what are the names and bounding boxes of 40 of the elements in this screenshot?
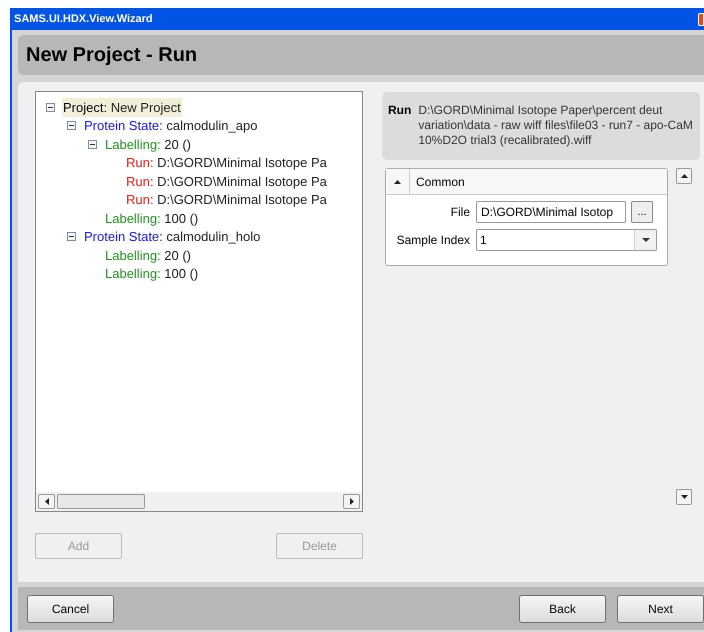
close-icon[interactable]: [698, 13, 704, 26]
tree-item[interactable]: Run: D:\GORD\Minimal Isotope Pa: [125, 153, 328, 172]
tree-item[interactable]: Labelling: 20 (): [104, 134, 192, 154]
wizard-button[interactable]: Back: [519, 594, 606, 622]
scroll-thumb[interactable]: [57, 494, 145, 509]
scroll-up-button[interactable]: [676, 168, 692, 184]
tree-item[interactable]: Run: D:\GORD\Minimal Isotope Pa: [125, 190, 328, 210]
collapse-icon[interactable]: [46, 102, 55, 112]
tree-item[interactable]: Project: New Project: [62, 98, 182, 117]
left-arrow-icon: [44, 498, 48, 505]
tree-item[interactable]: Run: D:\GORD\Minimal Isotope Pa: [125, 172, 328, 191]
sample-index-dropdown[interactable]: 1: [476, 229, 657, 251]
property-label: Sample Index: [396, 232, 471, 249]
run-path: D:\GORD\Minimal Isotope Paper\percent deut variation\data - raw wiff files\file03 - run7 - apo-CaM 10%D2O trial3 (recalibrated).wiff: [418, 103, 694, 148]
wizard-button[interactable]: Next: [617, 594, 704, 622]
category-header: Common: [416, 174, 465, 190]
wizard-button[interactable]: Cancel: [27, 594, 114, 622]
right-arrow-icon: [350, 498, 354, 505]
horizontal-scrollbar[interactable]: [36, 492, 362, 511]
collapse-arrow-icon: [394, 180, 401, 184]
collapse-icon[interactable]: [88, 140, 97, 149]
tree-item[interactable]: Labelling: 20 (): [104, 246, 192, 265]
down-arrow-icon: [680, 495, 688, 499]
browse-button[interactable]: ...: [631, 201, 653, 223]
file-field[interactable]: D:\GORD\Minimal Isotop: [476, 201, 626, 223]
property-label: File: [450, 204, 471, 221]
page-title: New Project - Run: [26, 43, 198, 68]
tree-item[interactable]: Labelling: 100 (): [104, 208, 200, 228]
dropdown-arrow-icon: [642, 238, 650, 242]
window-title: SAMS.UI.HDX.View.Wizard: [14, 12, 153, 27]
collapse-icon[interactable]: [67, 121, 76, 130]
scroll-down-button[interactable]: [676, 489, 692, 505]
scroll-right-button[interactable]: [343, 494, 360, 509]
tree-item[interactable]: Protein State: calmodulin_apo: [83, 116, 258, 136]
up-arrow-icon: [680, 174, 688, 178]
tree-item[interactable]: Labelling: 100 (): [104, 264, 200, 284]
tree-item[interactable]: Protein State: calmodulin_holo: [83, 227, 262, 246]
scroll-left-button[interactable]: [38, 494, 55, 509]
collapse-icon[interactable]: [67, 232, 76, 242]
run-label: Run: [388, 103, 412, 118]
